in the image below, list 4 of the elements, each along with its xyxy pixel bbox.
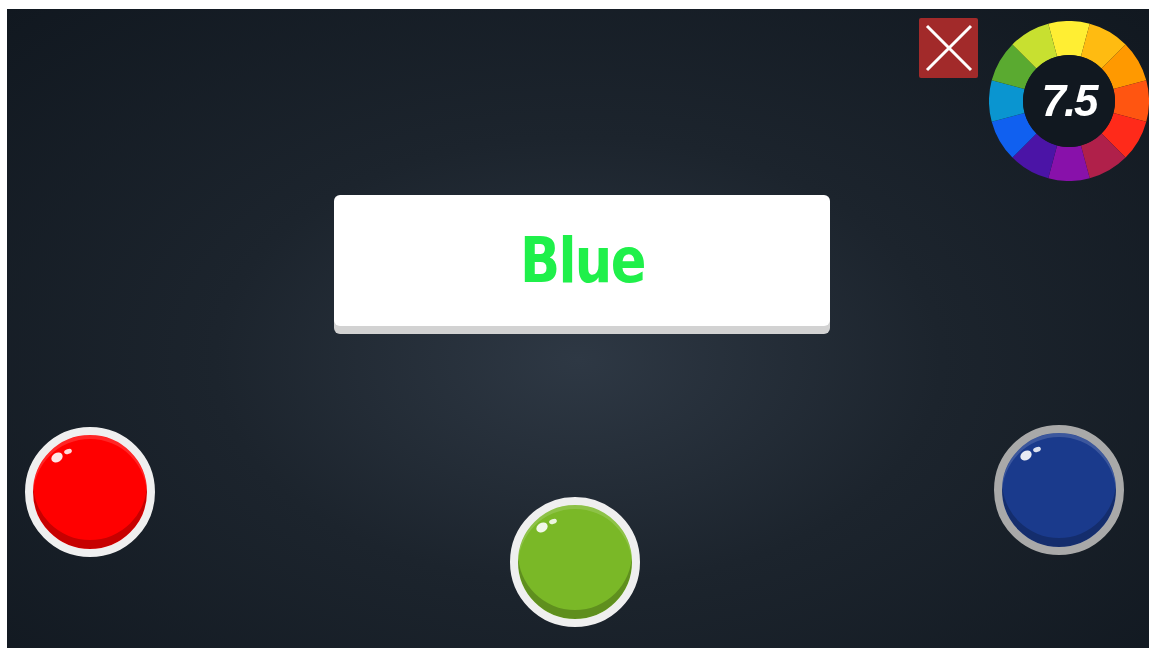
color-word: Blue — [519, 224, 645, 297]
close-icon — [923, 23, 974, 73]
score: 7.5 — [1040, 76, 1100, 126]
close-button[interactable] — [919, 18, 978, 78]
